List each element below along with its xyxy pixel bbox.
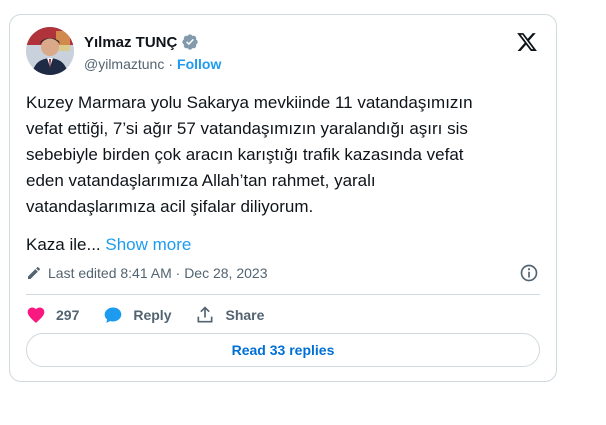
divider xyxy=(26,294,540,295)
read-replies-button[interactable]: Read 33 replies xyxy=(26,333,540,367)
share-icon xyxy=(197,306,213,323)
separator-dot: · xyxy=(168,56,174,72)
reply-label: Reply xyxy=(133,307,172,323)
like-button[interactable]: 297 xyxy=(26,305,79,325)
heart-icon xyxy=(27,307,45,323)
tweet-card: Yılmaz TUNÇ @yilmaztunc · Follow Kuzey M… xyxy=(9,14,557,382)
tweet-truncated-row: Kaza ile... Show more xyxy=(26,232,191,258)
reply-bubble-icon xyxy=(105,307,122,323)
verified-badge-icon xyxy=(182,34,199,50)
author-handle[interactable]: @yilmaztunc xyxy=(84,56,164,72)
like-count: 297 xyxy=(56,307,80,323)
info-icon[interactable] xyxy=(519,263,539,283)
share-label: Share xyxy=(225,307,265,323)
show-more-link[interactable]: Show more xyxy=(105,235,191,254)
author-handle-row: @yilmaztunc · Follow xyxy=(84,56,221,72)
share-button[interactable]: Share xyxy=(195,305,264,325)
edit-pencil-icon xyxy=(28,266,41,279)
avatar[interactable] xyxy=(26,27,74,75)
edited-info[interactable]: Last edited 8:41 AM · Dec 28, 2023 xyxy=(26,265,267,281)
author-name[interactable]: Yılmaz TUNÇ xyxy=(84,34,177,51)
tweet-truncated-text: Kaza ile... xyxy=(26,235,101,254)
tweet-text: Kuzey Marmara yolu Sakarya mevkiinde 11 … xyxy=(26,93,473,216)
author-name-row: Yılmaz TUNÇ xyxy=(84,33,199,51)
reply-button[interactable]: Reply xyxy=(103,305,171,325)
action-bar: 297 Reply Share xyxy=(26,305,288,325)
edited-timestamp: Last edited 8:41 AM · Dec 28, 2023 xyxy=(48,265,268,281)
read-replies-label: Read 33 replies xyxy=(231,342,335,358)
follow-button[interactable]: Follow xyxy=(177,56,221,72)
x-logo-icon[interactable] xyxy=(516,31,538,53)
